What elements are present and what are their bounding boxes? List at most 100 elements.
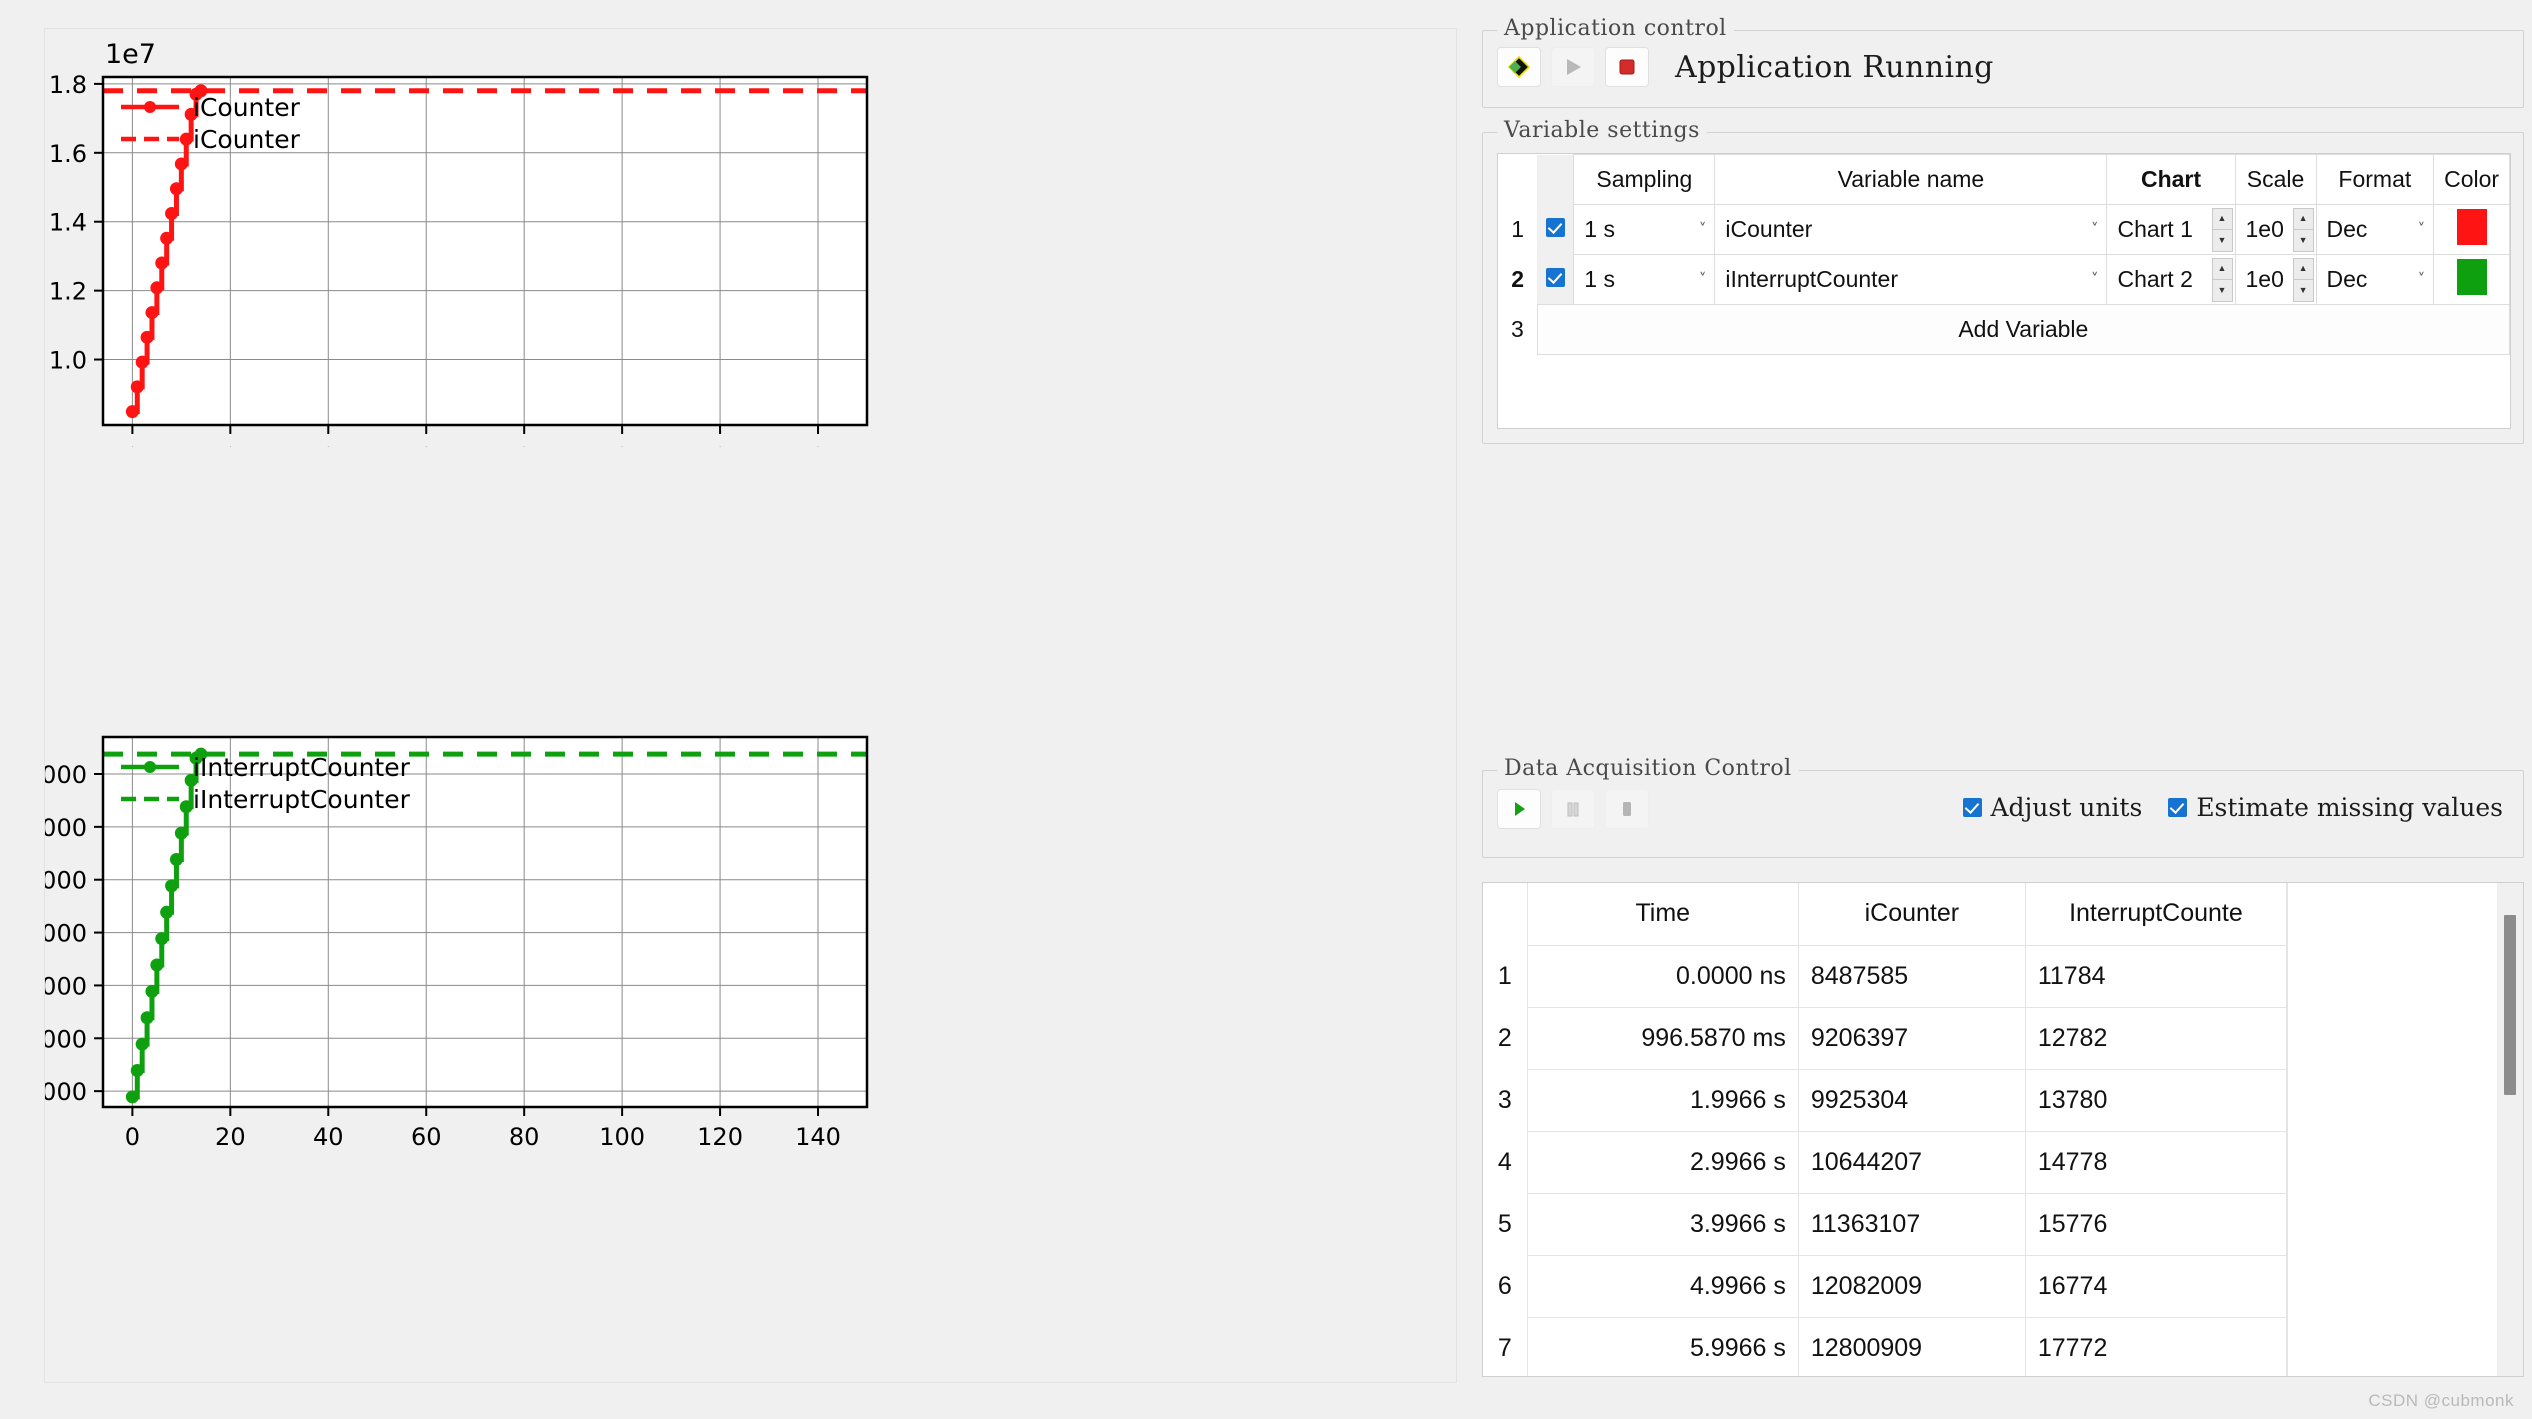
data-table-container[interactable]: Time iCounter InterruptCounte 1 0.0000 ns… [1482, 882, 2524, 1377]
series-data-point [150, 958, 164, 972]
estimate-missing-values-checkbox[interactable]: Estimate missing values [2168, 793, 2503, 822]
chart-2-svg: 12000 14000 16000 18000 20000 22000 24000 0 20 40… [45, 719, 1456, 1382]
data-table-row[interactable]: 6 4.9966 s 12082009 16774 [1483, 1254, 2287, 1318]
stop-button[interactable] [1605, 47, 1649, 87]
data-table-empty-area [2287, 883, 2497, 1376]
data-row-icounter: 12800909 [1797, 1316, 2026, 1376]
y-axis-tick-label: 1.2 [49, 278, 87, 306]
add-variable-row[interactable]: 3 Add Variable [1498, 304, 2510, 355]
spinner-up-icon[interactable]: ▲ [2212, 209, 2232, 230]
data-table-row[interactable]: 7 5.9966 s 12800909 17772 [1483, 1316, 2287, 1376]
chart-2-container[interactable]: 12000 14000 16000 18000 20000 22000 24000 0 20 40… [45, 719, 1456, 1382]
legend-marker-dot [144, 101, 156, 113]
estimate-missing-values-checkmark-icon [2168, 798, 2188, 817]
chart-value: Chart 1 [2117, 216, 2193, 242]
scale-stepper[interactable]: 1e0 ▲ ▼ [2234, 204, 2317, 255]
variable-name-select[interactable]: iInterruptCounter ˅ [1714, 254, 2108, 305]
adjust-units-label: Adjust units [1990, 793, 2143, 822]
data-table-row[interactable]: 3 1.9966 s 9925304 13780 [1483, 1068, 2287, 1132]
data-table-vscrollbar[interactable] [2497, 883, 2523, 1376]
variable-checkmark-icon [1545, 267, 1565, 287]
sampling-select[interactable]: 1 s ˅ [1573, 204, 1716, 255]
scale-spinner[interactable]: ▲ ▼ [2292, 257, 2314, 302]
header-chart: Chart [2106, 154, 2236, 205]
scale-spinner[interactable]: ▲ ▼ [2292, 207, 2314, 252]
variable-settings-table: Sampling Variable name Chart Scale Forma… [1498, 154, 2510, 428]
chart-spinner[interactable]: ▲ ▼ [2211, 207, 2233, 252]
x-axis-tick-label: 80 [509, 1123, 540, 1151]
adjust-units-checkbox[interactable]: Adjust units [1962, 793, 2143, 822]
charts-panel: 1.0 1.2 1.4 1.6 1.8........ 1e7 iCounter iCount… [44, 28, 1457, 1383]
variable-settings-title: Variable settings [1497, 118, 1707, 143]
legend-label: iInterruptCounter [193, 785, 411, 814]
x-axis-tick-label-small: . [621, 441, 623, 449]
data-row-index: 4 [1483, 1131, 1528, 1193]
spinner-up-icon[interactable]: ▲ [2293, 259, 2313, 280]
color-swatch-cell[interactable] [2433, 254, 2510, 305]
chart-spinner[interactable]: ▲ ▼ [2211, 257, 2233, 302]
color-swatch [2456, 258, 2487, 295]
play-triangle-icon [1567, 59, 1581, 75]
run-button[interactable] [1551, 47, 1595, 87]
variable-row-index: 2 [1498, 254, 1538, 305]
spinner-down-icon[interactable]: ▼ [2294, 280, 2313, 301]
data-table-row[interactable]: 1 0.0000 ns 8487585 11784 [1483, 944, 2287, 1008]
variable-enabled-checkbox[interactable] [1537, 204, 1574, 255]
series-data-point [174, 157, 188, 171]
variable-settings-table-container[interactable]: Sampling Variable name Chart Scale Forma… [1497, 153, 2511, 429]
legend-marker-dot [144, 761, 156, 773]
data-table-row[interactable]: 2 996.5870 ms 9206397 12782 [1483, 1006, 2287, 1070]
data-row-time: 4.9966 s [1526, 1254, 1799, 1318]
data-row-index: 2 [1483, 1007, 1528, 1069]
data-table-row[interactable]: 5 3.9966 s 11363107 15776 [1483, 1192, 2287, 1256]
series-data-point [169, 182, 183, 196]
spinner-up-icon[interactable]: ▲ [2212, 259, 2232, 280]
add-variable-row-index: 3 [1498, 304, 1538, 355]
data-table-row[interactable]: 4 2.9966 s 10644207 14778 [1483, 1130, 2287, 1194]
data-acquisition-control-title: Data Acquisition Control [1497, 756, 1799, 781]
scale-stepper[interactable]: 1e0 ▲ ▼ [2234, 254, 2317, 305]
green-play-icon [1515, 802, 1525, 816]
chart-stepper[interactable]: Chart 1 ▲ ▼ [2106, 204, 2236, 255]
spinner-down-icon[interactable]: ▼ [2294, 230, 2313, 251]
data-row-interrupt: 14778 [2024, 1130, 2287, 1194]
spinner-down-icon[interactable]: ▼ [2213, 230, 2232, 251]
spinner-up-icon[interactable]: ▲ [2293, 209, 2313, 230]
format-select[interactable]: Dec ˅ [2315, 254, 2435, 305]
header-color: Color [2433, 154, 2510, 205]
y-axis-tick-label: 1.0 [49, 347, 87, 375]
debug-connect-button[interactable] [1497, 47, 1541, 87]
x-axis-tick-label-small: . [719, 441, 721, 449]
y-axis-tick-label: 12000 [45, 1078, 87, 1106]
spinner-down-icon[interactable]: ▼ [2213, 280, 2232, 301]
daq-pause-button[interactable] [1551, 789, 1595, 829]
chart-value: Chart 2 [2117, 266, 2193, 292]
format-value: Dec [2326, 266, 2368, 292]
daq-stop-button[interactable] [1605, 789, 1649, 829]
color-swatch-cell[interactable] [2433, 204, 2510, 255]
scale-value: 1e0 [2245, 216, 2284, 242]
variable-name-select[interactable]: iCounter ˅ [1714, 204, 2108, 255]
y-axis-tick-label: 1.8 [49, 71, 87, 99]
chart-stepper[interactable]: Chart 2 ▲ ▼ [2106, 254, 2236, 305]
application-control-group: Application control Application Running [1482, 16, 2524, 108]
data-table-vscrollbar-thumb[interactable] [2504, 915, 2516, 1095]
chart-1-container[interactable]: 1.0 1.2 1.4 1.6 1.8........ 1e7 iCounter iCount… [45, 29, 1456, 719]
header-check [1537, 154, 1574, 205]
x-axis-tick-label: 20 [215, 1123, 246, 1151]
data-row-icounter: 12082009 [1797, 1254, 2026, 1318]
y-axis-tick-label: 20000 [45, 867, 87, 895]
sampling-select[interactable]: 1 s ˅ [1573, 254, 1716, 305]
variable-name-value: iInterruptCounter [1725, 266, 1898, 292]
variable-table-filler [1498, 354, 2510, 428]
data-row-time: 0.0000 ns [1526, 944, 1799, 1008]
add-variable-button[interactable]: Add Variable [1536, 304, 2510, 355]
daq-start-button[interactable] [1497, 789, 1541, 829]
series-data-point [169, 852, 183, 866]
y-axis-tick-label: 24000 [45, 761, 87, 789]
y-axis-tick-label: 14000 [45, 1025, 87, 1053]
format-select[interactable]: Dec ˅ [2315, 204, 2435, 255]
adjust-units-checkmark-icon [1962, 798, 1982, 817]
variable-checkmark-icon [1545, 218, 1565, 237]
variable-enabled-checkbox[interactable] [1537, 254, 1574, 305]
